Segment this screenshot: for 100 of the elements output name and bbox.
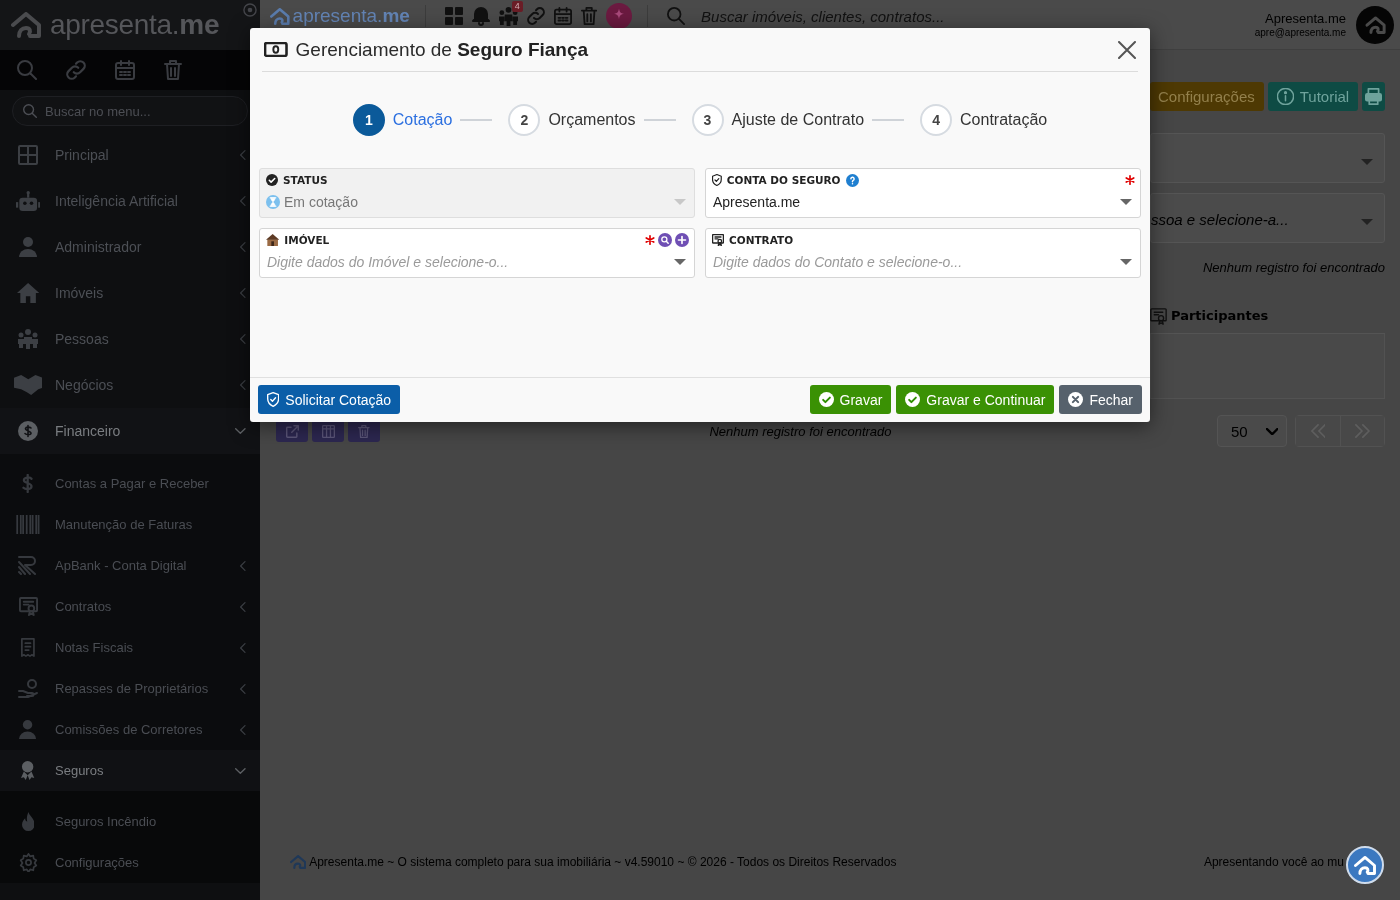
hourglass-icon bbox=[266, 195, 280, 209]
close-dialog-button[interactable]: Fechar bbox=[1059, 385, 1142, 414]
close-icon[interactable] bbox=[1118, 40, 1136, 59]
caret-down-icon bbox=[674, 199, 686, 205]
trash-icon bbox=[358, 424, 370, 438]
trash-icon[interactable] bbox=[580, 7, 598, 25]
field-label: CONTA DO SEGURO bbox=[726, 174, 841, 186]
sidebar-menu-item[interactable]: Manutenção de Faturas bbox=[0, 504, 260, 545]
request-quote-button[interactable]: Solicitar Cotação bbox=[258, 385, 401, 414]
sidebar-menu-item[interactable]: Seguros Incêndio bbox=[0, 801, 260, 842]
tutorial-button[interactable]: Tutorial bbox=[1267, 82, 1359, 111]
share-icon bbox=[285, 424, 299, 438]
sidebar-menu-item[interactable]: Comissões de Corretores bbox=[0, 709, 260, 750]
sidebar-menu-item[interactable]: Contas a Pagar e Receber bbox=[0, 463, 260, 504]
shield-check-icon bbox=[267, 392, 280, 407]
house-logo-icon bbox=[290, 855, 307, 869]
next-page-button[interactable] bbox=[1340, 416, 1384, 446]
select-field[interactable] bbox=[1150, 133, 1385, 183]
step-number[interactable]: 4 bbox=[920, 104, 953, 136]
check-circle-icon bbox=[818, 392, 834, 407]
banknote-icon bbox=[264, 42, 288, 57]
robot-icon bbox=[15, 191, 41, 211]
dollar-coin-icon bbox=[18, 421, 38, 441]
bell-icon[interactable] bbox=[471, 6, 490, 26]
award-icon bbox=[21, 761, 35, 780]
field-label: IMÓVEL bbox=[284, 234, 330, 246]
sidebar-menu-item[interactable]: Administrador bbox=[0, 224, 260, 270]
user-icon bbox=[19, 720, 37, 739]
field-placeholder: Digite dados do Imóvel e selecione-o... bbox=[267, 254, 509, 270]
contract-select[interactable]: CONTRATO Digite dados do Contato e selecione-o... bbox=[705, 228, 1141, 278]
property-select[interactable]: IMÓVEL Digite dados do Imóvel e selecione-o... bbox=[259, 228, 695, 278]
sparkle-icon[interactable] bbox=[606, 3, 633, 29]
field-value: Apresenta.me bbox=[713, 194, 801, 210]
striped-r-icon bbox=[18, 556, 38, 575]
step-connector bbox=[872, 119, 905, 121]
logo-avatar-icon[interactable] bbox=[1356, 5, 1394, 44]
sidebar-menu-item[interactable]: Seguros bbox=[0, 750, 260, 791]
caret-down-icon bbox=[1120, 259, 1132, 265]
certificate-icon bbox=[1150, 308, 1167, 325]
sidebar-menu-item[interactable]: Configurações bbox=[0, 842, 260, 883]
certificate-icon bbox=[712, 234, 724, 246]
menu-search-field[interactable]: Buscar no menu... bbox=[12, 96, 248, 126]
certificate-icon bbox=[18, 597, 38, 616]
notification-count: 4 bbox=[511, 0, 523, 12]
sidebar-menu-item[interactable]: Repasses de Proprietários bbox=[0, 668, 260, 709]
export-button[interactable] bbox=[276, 420, 308, 442]
insurance-account-select[interactable]: CONTA DO SEGURO Apresenta.me bbox=[705, 168, 1141, 218]
step-label[interactable]: Contratação bbox=[960, 111, 1048, 129]
step-label[interactable]: Orçamentos bbox=[548, 111, 636, 129]
sidebar-menu-item[interactable]: ApBank - Conta Digital bbox=[0, 545, 260, 586]
columns-button[interactable] bbox=[312, 420, 344, 442]
field-value: Em cotação bbox=[284, 194, 358, 210]
close-circle-icon bbox=[1068, 392, 1084, 407]
help-icon[interactable] bbox=[845, 173, 859, 187]
step-number[interactable]: 3 bbox=[691, 104, 724, 136]
people-icon bbox=[18, 329, 38, 349]
house-logo-icon bbox=[270, 7, 290, 25]
plus-icon[interactable] bbox=[675, 233, 689, 247]
select-field[interactable]: ssoa e selecione-a... bbox=[1150, 193, 1385, 243]
footer-text: Apresenta.me ~ O sistema completo para sua imobiliária ~ v4.59010 ~ © 2026 - Todos os Direitos Reservados bbox=[309, 855, 897, 869]
footer-tagline: Apresentando você ao mu bbox=[1203, 855, 1344, 869]
sidebar-menu-item[interactable]: Pessoas bbox=[0, 316, 260, 362]
search-icon[interactable] bbox=[658, 233, 672, 247]
check-circle-icon bbox=[905, 392, 921, 407]
participants-tab[interactable]: Participantes bbox=[1171, 308, 1269, 323]
sidebar-menu-item[interactable]: Financeiro bbox=[0, 408, 260, 454]
save-continue-button[interactable]: Gravar e Continuar bbox=[896, 385, 1055, 414]
floating-logo-button[interactable] bbox=[1346, 846, 1384, 884]
check-circle-icon bbox=[266, 174, 278, 186]
grid-icon[interactable] bbox=[444, 7, 463, 25]
sidebar-menu-item[interactable]: Principal bbox=[0, 132, 260, 178]
empty-table-text: Nenhum registro foi encontrado bbox=[708, 423, 893, 439]
trash-icon[interactable] bbox=[164, 60, 182, 80]
caret-down-icon bbox=[674, 259, 686, 265]
step-label[interactable]: Cotação bbox=[392, 111, 453, 129]
sidebar-menu-item[interactable]: Imóveis bbox=[0, 270, 260, 316]
step-label[interactable]: Ajuste de Contrato bbox=[731, 111, 865, 129]
settings-button[interactable]: Configurações bbox=[1150, 82, 1264, 111]
field-label: STATUS bbox=[283, 174, 328, 186]
global-search-field[interactable]: Buscar imóveis, clientes, contratos... bbox=[667, 7, 1088, 25]
save-button[interactable]: Gravar bbox=[809, 385, 892, 414]
sidebar-menu-item[interactable]: Inteligência Artificial bbox=[0, 178, 260, 224]
link-icon[interactable] bbox=[66, 60, 86, 80]
target-icon[interactable] bbox=[243, 3, 257, 17]
sidebar-menu-item[interactable]: Negócios bbox=[0, 362, 260, 408]
link-icon[interactable] bbox=[526, 7, 545, 25]
hand-coin-icon bbox=[17, 679, 39, 698]
calendar-icon[interactable] bbox=[553, 7, 572, 25]
sidebar-menu-item[interactable]: Notas Fiscais bbox=[0, 627, 260, 668]
app-logo-text: apresenta.me bbox=[292, 5, 410, 27]
step-number[interactable]: 2 bbox=[508, 104, 541, 136]
page-size-select[interactable]: 50 bbox=[1217, 415, 1287, 447]
search-icon bbox=[23, 104, 37, 118]
delete-button[interactable] bbox=[348, 420, 380, 442]
empty-results-text: Nenhum registro foi encontrado bbox=[1201, 260, 1385, 275]
field-label: CONTRATO bbox=[729, 234, 794, 246]
calendar-icon[interactable] bbox=[115, 60, 135, 80]
print-button[interactable] bbox=[1362, 82, 1385, 111]
sidebar-menu-item[interactable]: Contratos bbox=[0, 586, 260, 627]
step-number[interactable]: 1 bbox=[352, 104, 385, 136]
